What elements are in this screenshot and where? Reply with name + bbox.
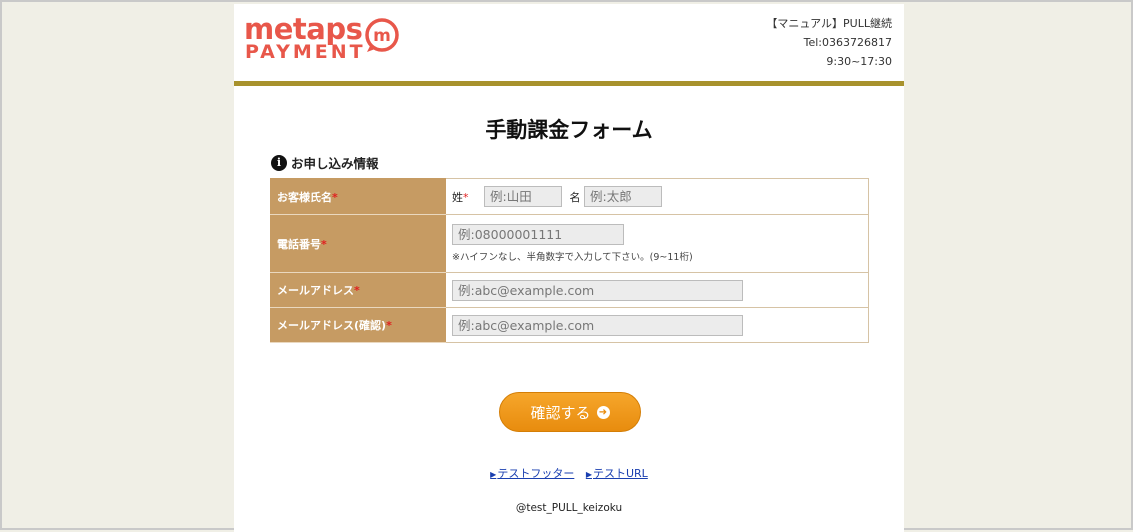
- svg-text:m: m: [373, 26, 391, 46]
- phone-label-cell: 電話番号*: [270, 214, 446, 273]
- header-divider: [234, 81, 904, 86]
- phone-label: 電話番号: [277, 237, 321, 251]
- first-name-input[interactable]: [584, 186, 662, 207]
- form-row-name: お客様氏名* 姓* 名: [270, 178, 869, 215]
- required-mark: *: [354, 284, 360, 297]
- confirm-button[interactable]: 確認する ➜: [499, 392, 641, 432]
- last-name-label: 姓: [452, 191, 463, 204]
- email-label-cell: メールアドレス*: [270, 272, 446, 308]
- logo-m-icon: m: [365, 18, 399, 52]
- name-label-cell: お客様氏名*: [270, 178, 446, 215]
- confirm-button-label: 確認する: [530, 403, 591, 422]
- email-input[interactable]: [452, 279, 743, 301]
- name-input-cell: 姓* 名: [445, 178, 869, 215]
- form-row-email: メールアドレス*: [270, 272, 869, 308]
- email-input-cell: [445, 272, 869, 308]
- application-form: お客様氏名* 姓* 名 電話番号* ※ハイフンなし、半角数字で入力して下さい。(…: [270, 178, 869, 343]
- footer-link-test-url-label: テストURL: [592, 467, 648, 480]
- footer-link-test-footer-label: テストフッター: [497, 467, 575, 480]
- contact-tel: Tel:0363726817: [803, 36, 892, 49]
- required-mark: *: [386, 319, 392, 332]
- footer-link-test-url[interactable]: ▶テストURL: [586, 467, 648, 480]
- form-row-email-confirm: メールアドレス(確認)*: [270, 307, 869, 343]
- info-icon: i: [271, 154, 287, 171]
- name-label: お客様氏名: [277, 190, 332, 204]
- section-heading: i お申し込み情報: [271, 153, 379, 172]
- email-confirm-input-cell: [445, 307, 869, 343]
- phone-hint: ※ハイフンなし、半角数字で入力して下さい。(9~11桁): [452, 252, 693, 263]
- footer-link-test-footer[interactable]: ▶テストフッター: [490, 467, 574, 480]
- required-mark: *: [321, 237, 327, 251]
- contact-hours: 9:30~17:30: [826, 55, 892, 68]
- arrow-right-circle-icon: ➜: [596, 405, 610, 419]
- section-title: お申し込み情報: [291, 156, 379, 171]
- logo-text-payment: PAYMENT: [245, 41, 366, 63]
- phone-input-cell: ※ハイフンなし、半角数字で入力して下さい。(9~11桁): [445, 214, 869, 273]
- metaps-payment-logo[interactable]: metaps PAYMENT m: [244, 12, 414, 64]
- contact-manual: 【マニュアル】PULL継続: [766, 17, 892, 30]
- triangle-right-icon: ▶: [490, 470, 497, 479]
- first-name-label: 名: [569, 191, 581, 204]
- email-confirm-label: メールアドレス(確認): [277, 319, 387, 332]
- email-label: メールアドレス: [277, 284, 354, 297]
- footer-links: ▶テストフッター ▶テストURL: [234, 465, 904, 481]
- page-title: 手動課金フォーム: [485, 118, 653, 142]
- required-mark: *: [332, 190, 338, 204]
- email-confirm-label-cell: メールアドレス(確認)*: [270, 307, 446, 343]
- required-mark: *: [463, 191, 469, 204]
- header: metaps PAYMENT m 【マニュアル】PULL継続 Tel:03637…: [234, 4, 904, 81]
- last-name-input[interactable]: [484, 186, 562, 207]
- page-container: metaps PAYMENT m 【マニュアル】PULL継続 Tel:03637…: [234, 4, 904, 532]
- phone-input[interactable]: [452, 224, 624, 245]
- copyright: @test_PULL_keizoku: [515, 502, 623, 514]
- email-confirm-input[interactable]: [452, 314, 743, 336]
- form-row-phone: 電話番号* ※ハイフンなし、半角数字で入力して下さい。(9~11桁): [270, 214, 869, 273]
- triangle-right-icon: ▶: [585, 470, 592, 479]
- contact-info: 【マニュアル】PULL継続 Tel:0363726817 9:30~17:30: [766, 14, 892, 71]
